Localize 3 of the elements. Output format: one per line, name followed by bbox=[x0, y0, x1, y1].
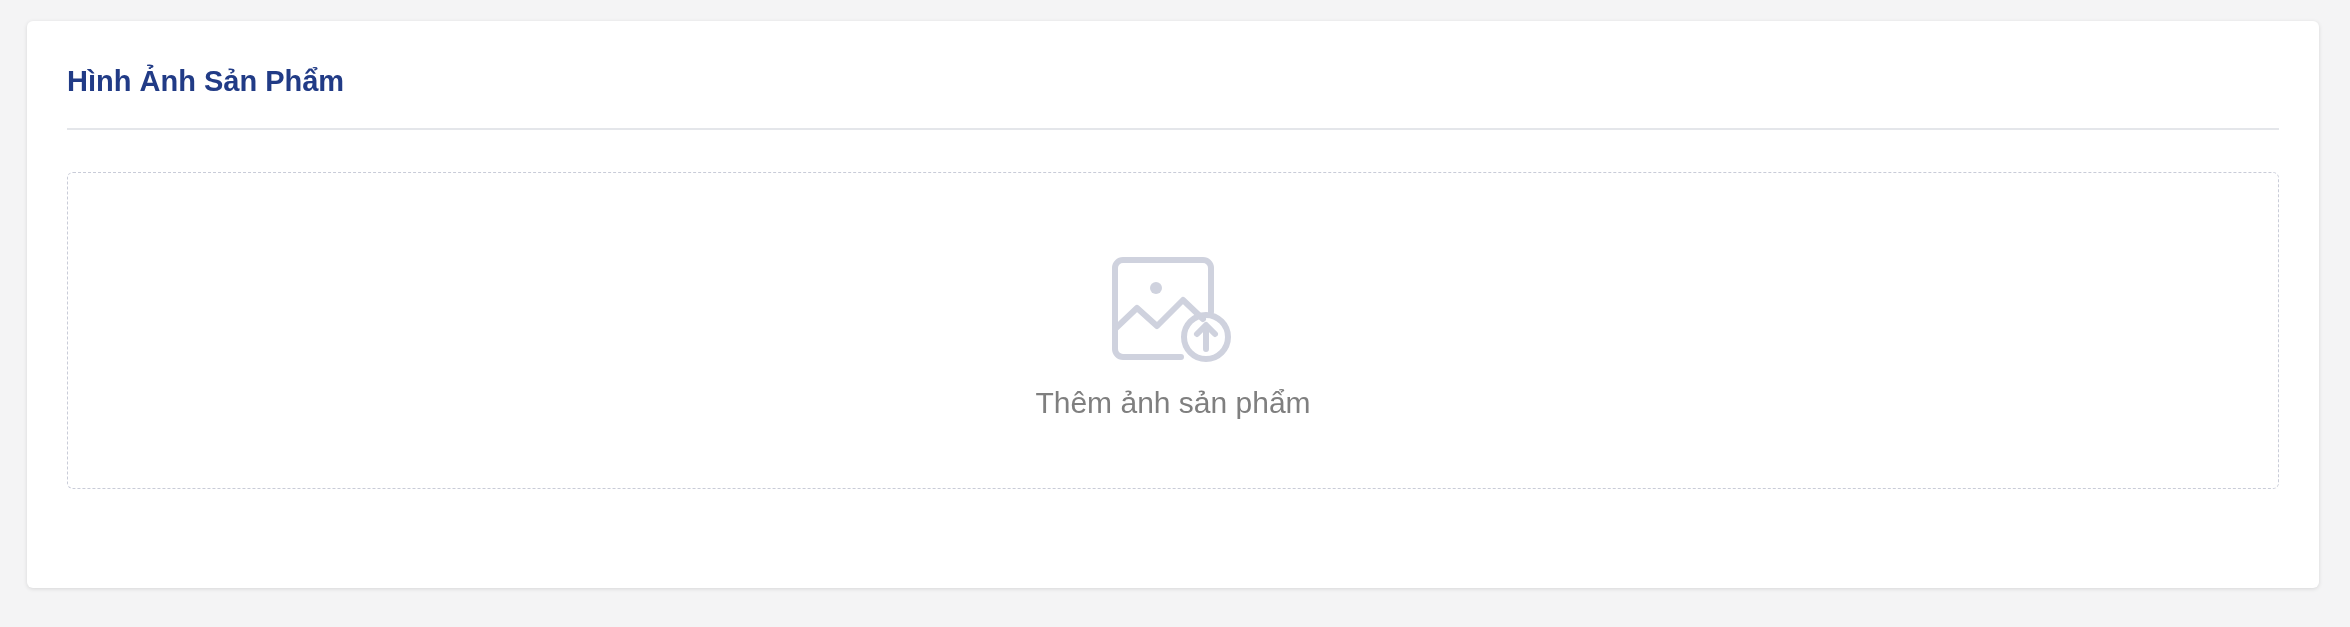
upload-label: Thêm ảnh sản phẩm bbox=[1035, 385, 1311, 420]
card-title: Hình Ảnh Sản Phẩm bbox=[67, 21, 2279, 130]
upload-dropzone[interactable]: Thêm ảnh sản phẩm bbox=[67, 172, 2279, 489]
